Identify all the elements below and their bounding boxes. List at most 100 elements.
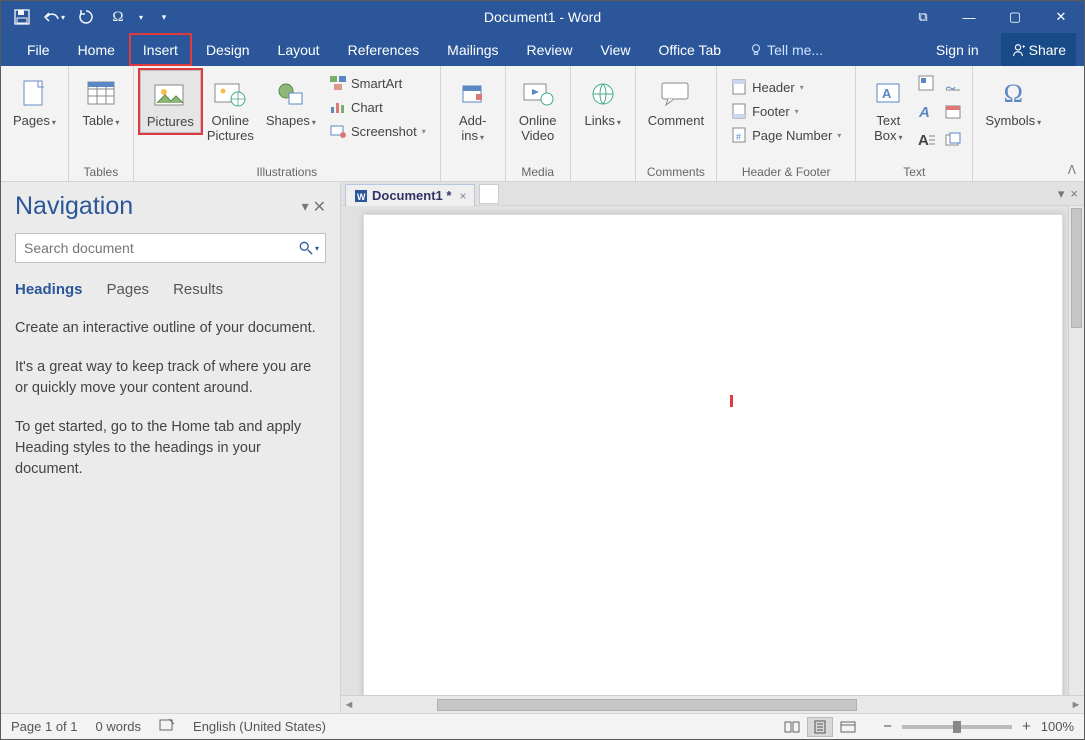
print-layout-button[interactable] <box>807 717 833 737</box>
document-page[interactable] <box>363 214 1063 695</box>
doctab-close-button[interactable]: × <box>459 189 466 203</box>
comment-icon <box>658 76 694 112</box>
links-icon <box>585 76 621 112</box>
app-window: ▾ Ω ▾ ▾ Document1 - Word ⧉ — ▢ ✕ File Ho… <box>0 0 1085 740</box>
text-box-button[interactable]: A Text Box <box>862 70 914 146</box>
scroll-right-button[interactable]: ► <box>1068 699 1084 711</box>
drop-cap-button[interactable]: A <box>916 129 938 151</box>
object-button[interactable] <box>942 129 964 151</box>
svg-text:A: A <box>918 104 930 121</box>
addins-button[interactable]: Add- ins <box>447 70 499 146</box>
tab-office[interactable]: Office Tab <box>645 33 736 66</box>
comments-group-label: Comments <box>642 163 710 179</box>
word-doc-icon: W <box>354 189 368 203</box>
signature-line-button[interactable] <box>942 73 964 95</box>
online-pictures-button[interactable]: Online Pictures <box>201 70 260 146</box>
zoom-slider-thumb[interactable] <box>953 721 961 733</box>
save-icon[interactable] <box>11 6 33 28</box>
symbols-button[interactable]: Ω Symbols <box>979 70 1047 131</box>
share-button[interactable]: Share <box>1001 33 1076 66</box>
date-time-button[interactable] <box>942 101 964 123</box>
footer-button[interactable]: Footer▾ <box>727 100 845 122</box>
status-language[interactable]: English (United States) <box>193 719 326 734</box>
omega-icon: Ω <box>995 76 1031 112</box>
zoom-value[interactable]: 100% <box>1041 719 1074 734</box>
status-proofing-icon[interactable] <box>159 718 175 735</box>
search-button[interactable]: ▾ <box>299 241 319 255</box>
screenshot-button[interactable]: Screenshot▾ <box>326 120 430 142</box>
header-button[interactable]: Header▾ <box>727 76 845 98</box>
tab-review[interactable]: Review <box>513 33 587 66</box>
pagenum-icon: # <box>731 127 747 143</box>
nav-tab-results[interactable]: Results <box>173 281 223 300</box>
nav-search-box[interactable]: ▾ <box>15 233 326 263</box>
page-viewport[interactable] <box>341 206 1084 695</box>
online-video-button[interactable]: Online Video <box>512 70 564 146</box>
undo-icon[interactable]: ▾ <box>43 6 65 28</box>
ribbon-display-options-icon[interactable]: ⧉ <box>900 1 946 33</box>
horizontal-scrollbar[interactable]: ◄ ► <box>341 695 1084 713</box>
tab-home[interactable]: Home <box>64 33 129 66</box>
ribbon-tabs: File Home Insert Design Layout Reference… <box>1 33 1084 66</box>
tab-view[interactable]: View <box>586 33 644 66</box>
scroll-left-button[interactable]: ◄ <box>341 699 357 711</box>
media-group-label: Media <box>512 163 564 179</box>
qat-customize[interactable]: ▾ <box>153 6 175 28</box>
tab-layout[interactable]: Layout <box>264 33 334 66</box>
web-layout-button[interactable] <box>835 717 861 737</box>
zoom-out-button[interactable]: − <box>879 718 896 735</box>
nav-tab-headings[interactable]: Headings <box>15 281 83 300</box>
comment-button[interactable]: Comment <box>642 70 710 131</box>
zoom-in-button[interactable]: + <box>1018 718 1035 735</box>
main-area: Navigation ▾ ✕ ▾ Headings Pages Results <box>1 182 1084 713</box>
repeat-icon[interactable] <box>75 6 97 28</box>
vertical-scrollbar[interactable] <box>1068 206 1084 695</box>
tab-file[interactable]: File <box>13 33 64 66</box>
close-button[interactable]: ✕ <box>1038 1 1084 33</box>
chart-button[interactable]: Chart <box>326 96 430 118</box>
tab-insert[interactable]: Insert <box>129 33 192 66</box>
tab-mailings[interactable]: Mailings <box>433 33 512 66</box>
page-number-button[interactable]: #Page Number▾ <box>727 124 845 146</box>
tab-references[interactable]: References <box>334 33 434 66</box>
pictures-button[interactable]: Pictures <box>140 70 201 133</box>
document-tab[interactable]: W Document1 * × <box>345 184 475 206</box>
pages-button[interactable]: Pages <box>7 70 62 131</box>
tab-design[interactable]: Design <box>192 33 264 66</box>
status-words[interactable]: 0 words <box>96 719 142 734</box>
read-mode-button[interactable] <box>779 717 805 737</box>
wordart-button[interactable]: A <box>916 101 938 123</box>
minimize-button[interactable]: — <box>946 1 992 33</box>
shapes-button[interactable]: Shapes <box>260 70 322 131</box>
search-input[interactable] <box>22 239 299 257</box>
sign-in-link[interactable]: Sign in <box>922 42 993 58</box>
smartart-button[interactable]: SmartArt <box>326 72 430 94</box>
hscroll-track[interactable] <box>357 699 1068 711</box>
nav-close-button[interactable]: ✕ <box>313 197 326 217</box>
new-doctab-button[interactable] <box>479 184 499 204</box>
zoom-slider[interactable] <box>902 725 1012 729</box>
navigation-pane: Navigation ▾ ✕ ▾ Headings Pages Results <box>1 182 341 713</box>
status-bar: Page 1 of 1 0 words English (United Stat… <box>1 713 1084 739</box>
group-addins: Add- ins <box>441 66 506 181</box>
nav-options-button[interactable]: ▾ <box>302 198 309 215</box>
header-icon <box>731 79 747 95</box>
screenshot-label: Screenshot <box>351 124 417 139</box>
pages-label: Pages <box>13 114 56 129</box>
tell-me-search[interactable]: Tell me... <box>735 33 837 66</box>
collapse-ribbon-button[interactable]: ᐱ <box>1068 163 1076 177</box>
share-label: Share <box>1029 42 1066 58</box>
symbol-menu[interactable]: Ω <box>107 6 129 28</box>
shapes-icon <box>273 76 309 112</box>
scrollbar-thumb[interactable] <box>1071 208 1082 328</box>
maximize-button[interactable]: ▢ <box>992 1 1038 33</box>
quick-parts-button[interactable] <box>916 73 938 95</box>
hscroll-thumb[interactable] <box>437 699 857 711</box>
doctab-menu-button[interactable]: ▾ <box>1058 186 1065 202</box>
addins-icon <box>455 76 491 112</box>
table-button[interactable]: Table <box>75 70 127 131</box>
nav-tab-pages[interactable]: Pages <box>107 281 150 300</box>
links-button[interactable]: Links <box>577 70 629 131</box>
status-page[interactable]: Page 1 of 1 <box>11 719 78 734</box>
doctab-close-all-button[interactable]: × <box>1070 186 1078 201</box>
